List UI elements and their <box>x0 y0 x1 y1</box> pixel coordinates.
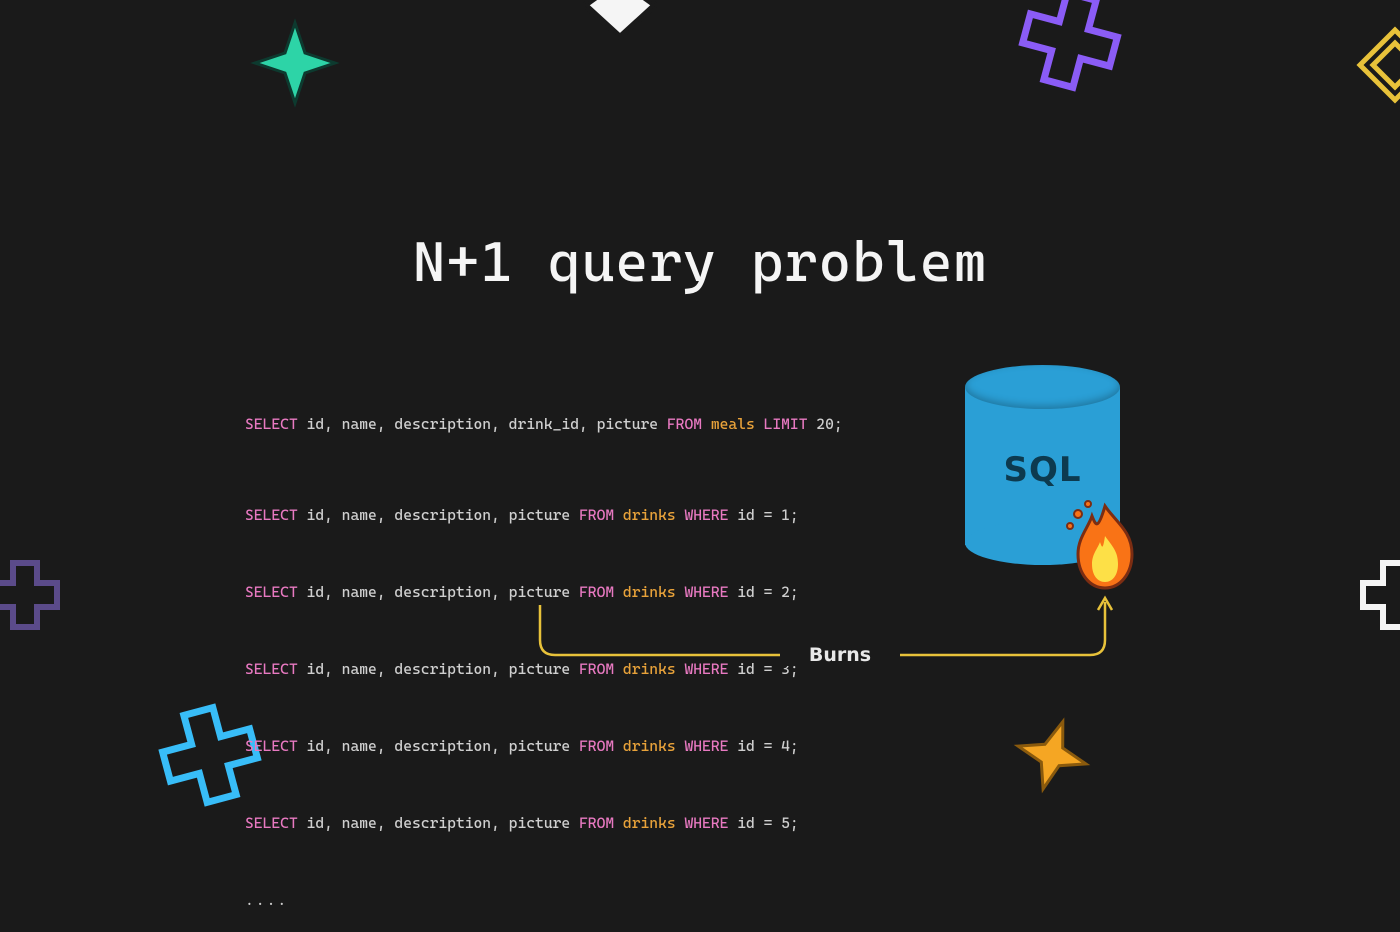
sql-keyword: FROM <box>579 737 614 755</box>
sql-keyword: WHERE <box>684 814 728 832</box>
sql-keyword: WHERE <box>684 737 728 755</box>
sql-line: SELECT id, name, description, picture FR… <box>245 505 843 526</box>
sql-line: SELECT id, name, description, picture FR… <box>245 736 843 757</box>
plus-purple-icon <box>1015 0 1125 95</box>
sql-keyword: SELECT <box>245 415 298 433</box>
diamond-shape-icon <box>575 0 665 45</box>
sql-cols: id, name, description, picture <box>298 814 579 832</box>
sql-line: SELECT id, name, description, picture FR… <box>245 813 843 834</box>
sql-table: meals <box>702 415 764 433</box>
plus-white-icon <box>1355 555 1400 635</box>
sql-rest: 20; <box>808 415 843 433</box>
sql-keyword: FROM <box>667 415 702 433</box>
sql-table: drinks <box>614 506 684 524</box>
database-label: SQL <box>965 450 1120 490</box>
sql-cols: id, name, description, picture <box>298 737 579 755</box>
sql-keyword: SELECT <box>245 737 298 755</box>
sql-ellipsis: .... <box>245 890 843 911</box>
page-title: N+1 query problem <box>0 230 1400 295</box>
sparkle-orange-icon <box>1012 715 1092 795</box>
burns-label: Burns <box>780 644 900 666</box>
sql-keyword: FROM <box>579 814 614 832</box>
sql-keyword: WHERE <box>684 506 728 524</box>
sql-cols: id, name, description, drink_id, picture <box>298 415 667 433</box>
sql-keyword: LIMIT <box>764 415 808 433</box>
sql-keyword: SELECT <box>245 506 298 524</box>
sql-cond: id = 4; <box>728 737 798 755</box>
diamond-yellow-icon <box>1355 25 1400 105</box>
plus-darkpurple-icon <box>0 555 65 635</box>
sql-keyword: SELECT <box>245 583 298 601</box>
sql-keyword: SELECT <box>245 660 298 678</box>
sql-keyword: FROM <box>579 506 614 524</box>
sql-table: drinks <box>614 814 684 832</box>
sparkle-teal-icon <box>250 18 340 108</box>
sql-line: SELECT id, name, description, drink_id, … <box>245 414 843 435</box>
sql-table: drinks <box>614 737 684 755</box>
flame-icon <box>1060 496 1150 596</box>
sql-cols: id, name, description, picture <box>298 506 579 524</box>
sql-keyword: SELECT <box>245 814 298 832</box>
sql-cond: id = 1; <box>728 506 798 524</box>
sql-cond: id = 5; <box>728 814 798 832</box>
